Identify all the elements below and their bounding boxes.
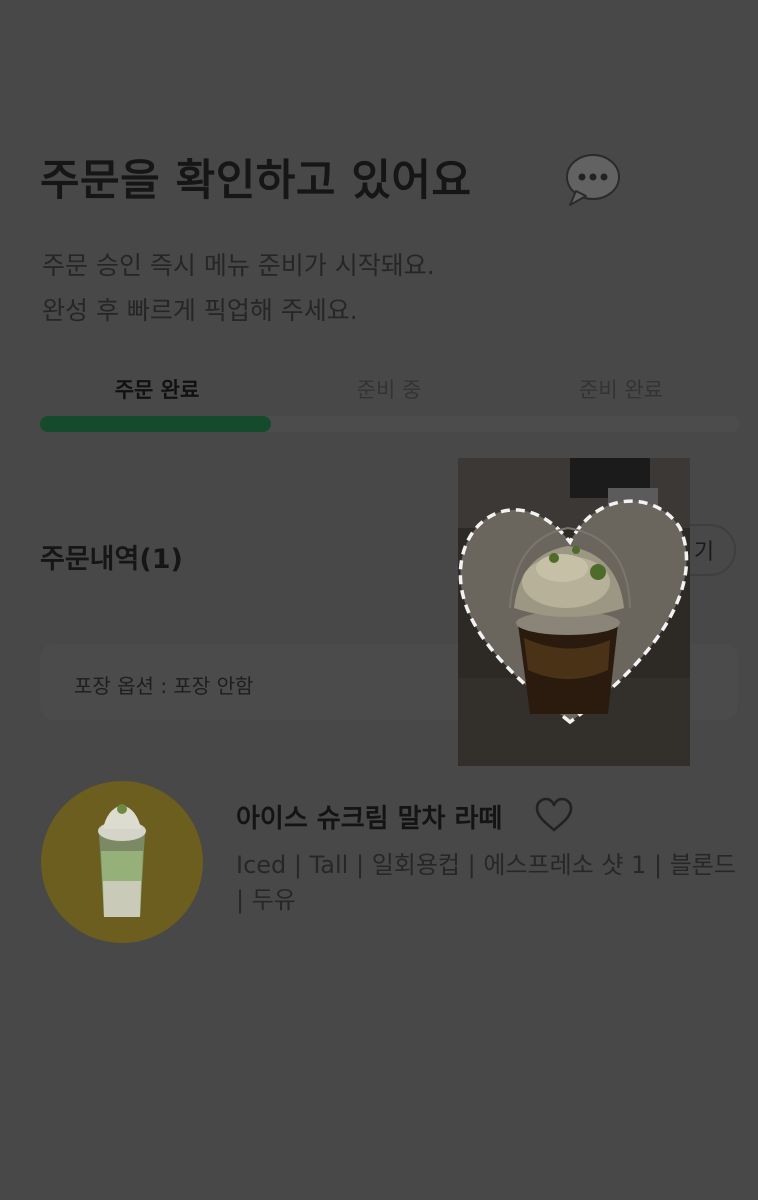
product-options: Iced | Tall | 일회용컵 | 에스프레소 샷 1 | 블론드 | 두… [236, 851, 736, 914]
order-status-tabs: 주문 완료 준비 중 준비 완료 [40, 374, 740, 414]
product-name: 아이스 슈크림 말차 라떼 [236, 804, 503, 834]
subtitle-line-1: 주문 승인 즉시 메뉴 준비가 시작돼요. [42, 251, 435, 280]
product-image [41, 781, 203, 943]
status-tab-preparing: 준비 중 [356, 378, 422, 402]
receipt-button-label: 기 [693, 540, 715, 565]
order-progress-bar [40, 416, 740, 432]
page-title: 주문을 확인하고 있어요 [40, 156, 472, 206]
chat-bubble-icon [566, 154, 620, 206]
order-progress-fill [40, 416, 271, 432]
heart-outline-icon[interactable] [534, 796, 574, 834]
status-tab-ready: 준비 완료 [579, 378, 663, 402]
drink-photo-overlay [458, 458, 690, 766]
packaging-option-text: 포장 옵션 : 포장 안함 [74, 674, 254, 698]
order-history-title: 주문내역(1) [40, 544, 183, 575]
subtitle-line-2: 완성 후 빠르게 픽업해 주세요. [42, 296, 358, 325]
status-tab-order-complete: 주문 완료 [114, 378, 200, 402]
